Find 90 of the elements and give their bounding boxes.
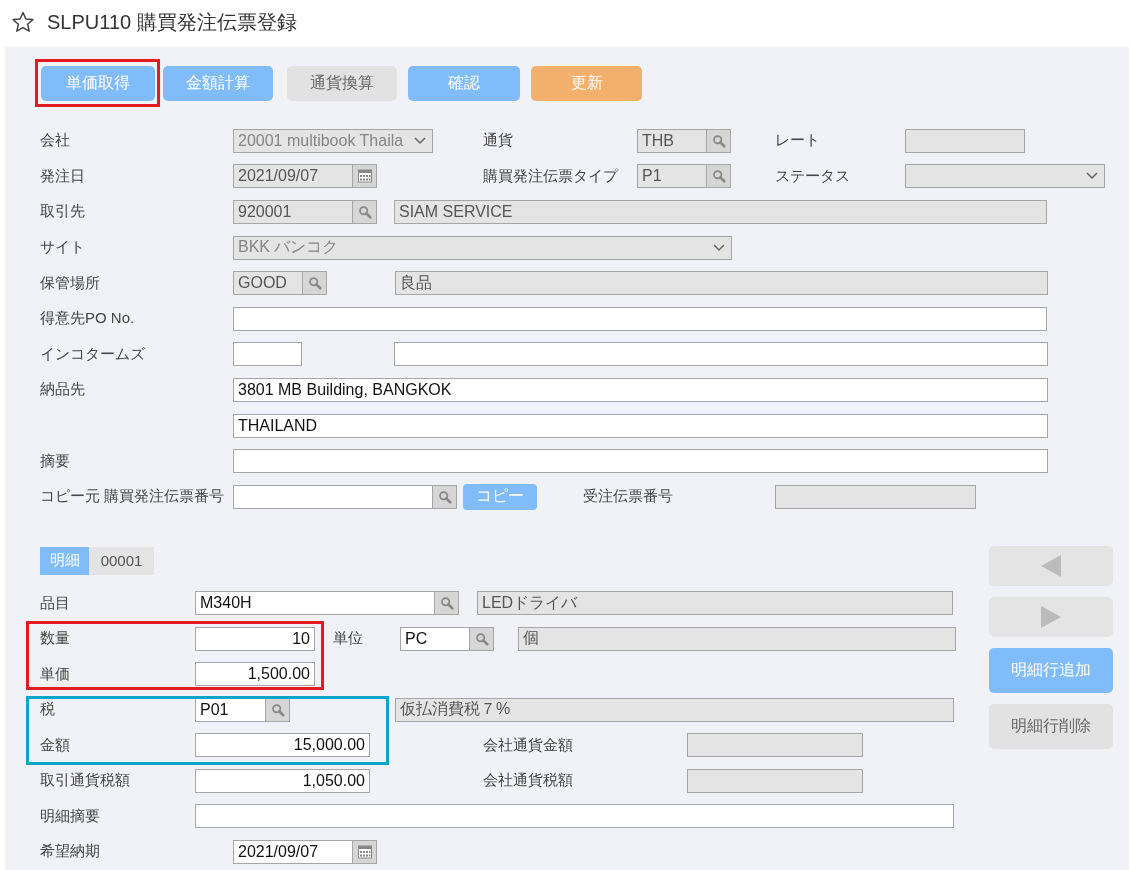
po-type-field[interactable]: P1 bbox=[637, 164, 707, 189]
calendar-icon bbox=[356, 168, 373, 185]
field-label: ステータス bbox=[775, 166, 851, 186]
incoterms-code-field[interactable] bbox=[233, 342, 302, 367]
sales-order-field[interactable] bbox=[775, 484, 976, 509]
unit-code-field[interactable]: PC bbox=[400, 626, 470, 651]
address-field[interactable]: THAILAND bbox=[233, 413, 1048, 438]
search-icon bbox=[270, 702, 285, 717]
tax-amount-field[interactable]: 1,050.00 bbox=[195, 768, 370, 793]
search-icon bbox=[474, 631, 489, 646]
chevron-icon bbox=[1086, 172, 1098, 181]
field-label: 金額 bbox=[40, 735, 71, 755]
status-select[interactable] bbox=[905, 164, 1105, 189]
field-label: 希望納期 bbox=[40, 842, 101, 862]
search-icon bbox=[357, 205, 372, 219]
search-icon bbox=[711, 169, 726, 184]
calendar-button[interactable] bbox=[353, 164, 377, 189]
field-label: コピー元 購買発注伝票番号 bbox=[40, 487, 226, 507]
search-button[interactable] bbox=[433, 484, 457, 509]
chevron-icon bbox=[414, 136, 426, 145]
site-select[interactable]: BKK バンコク bbox=[233, 235, 732, 260]
field-label: 保管場所 bbox=[40, 273, 101, 293]
search-icon bbox=[439, 596, 454, 611]
storage-name-field: 良品 bbox=[395, 271, 1048, 296]
field-label: 得意先PO No. bbox=[40, 309, 136, 329]
tax-name-field: 仮払消費税７% bbox=[395, 697, 954, 722]
left-triangle-icon bbox=[1040, 553, 1062, 578]
quantity-field[interactable]: 10 bbox=[195, 626, 315, 651]
page-title: SLPU110 購買発注伝票登録 bbox=[47, 9, 297, 35]
memo-field[interactable] bbox=[233, 449, 1048, 474]
company-amount-field[interactable] bbox=[687, 733, 863, 758]
search-icon bbox=[437, 489, 452, 504]
delete-line-button[interactable]: 明細行削除 bbox=[989, 703, 1113, 749]
field-label: 受注伝票番号 bbox=[583, 487, 674, 507]
search-button[interactable] bbox=[266, 697, 290, 722]
next-button[interactable] bbox=[989, 596, 1113, 637]
line-number: 00001 bbox=[89, 546, 154, 575]
storage-code-field[interactable]: GOOD bbox=[233, 271, 303, 296]
field-label: 会社通貨税額 bbox=[483, 771, 574, 791]
search-button[interactable] bbox=[707, 128, 731, 153]
right-triangle-icon bbox=[1040, 604, 1062, 629]
field-label: インコタームズ bbox=[40, 344, 146, 364]
field-label: レート bbox=[775, 131, 821, 151]
customer-po-field[interactable] bbox=[233, 306, 1047, 331]
item-name-field: LEDドライバ bbox=[477, 591, 953, 616]
chevron-icon bbox=[713, 243, 725, 252]
field-label: 単価 bbox=[40, 664, 71, 684]
field-label: 発注日 bbox=[40, 166, 86, 186]
currency-field[interactable]: THB bbox=[637, 128, 707, 153]
company-tax-field[interactable] bbox=[687, 768, 863, 793]
toolbar-button[interactable]: 通貨換算 bbox=[287, 66, 397, 101]
field-label: 会社通貨金額 bbox=[483, 735, 574, 755]
search-button[interactable] bbox=[353, 200, 377, 224]
field-label: 取引通貨税額 bbox=[40, 771, 131, 791]
calendar-icon bbox=[356, 843, 373, 860]
star-icon[interactable] bbox=[11, 10, 35, 34]
incoterms-name-field[interactable] bbox=[394, 342, 1048, 367]
field-label: 通貨 bbox=[483, 131, 514, 151]
date-field[interactable]: 2021/09/07 bbox=[233, 164, 353, 189]
line-memo-field[interactable] bbox=[195, 804, 954, 829]
tax-code-field[interactable]: P01 bbox=[195, 697, 266, 722]
field-label: 税 bbox=[40, 700, 56, 720]
search-icon bbox=[711, 133, 726, 148]
supplier-code-field[interactable]: 920001 bbox=[233, 200, 353, 224]
previous-button[interactable] bbox=[989, 545, 1113, 586]
search-button[interactable] bbox=[707, 164, 731, 189]
address-field[interactable]: 3801 MB Building, BANGKOK bbox=[233, 377, 1048, 402]
calendar-button[interactable] bbox=[353, 839, 377, 864]
field-label: 会社 bbox=[40, 131, 71, 151]
search-button[interactable] bbox=[435, 591, 459, 616]
rate-field[interactable] bbox=[905, 128, 1025, 153]
field-label: 納品先 bbox=[40, 380, 86, 400]
field-label: 品目 bbox=[40, 593, 71, 613]
unit-name-field: 個 bbox=[518, 626, 956, 651]
field-label: 明細摘要 bbox=[40, 806, 101, 826]
search-icon bbox=[307, 276, 322, 291]
amount-field[interactable]: 15,000.00 bbox=[195, 733, 370, 758]
field-label: 購買発注伝票タイプ bbox=[483, 166, 620, 186]
supplier-name-field: SIAM SERVICE bbox=[394, 200, 1047, 224]
field-label: 数量 bbox=[40, 629, 71, 649]
field-label: 摘要 bbox=[40, 451, 71, 471]
field-label: 単位 bbox=[333, 629, 364, 649]
date-field[interactable]: 2021/09/07 bbox=[233, 839, 353, 864]
item-code-field[interactable]: M340H bbox=[195, 591, 435, 616]
field-label: サイト bbox=[40, 238, 86, 258]
field-label: 取引先 bbox=[40, 202, 86, 222]
search-button[interactable] bbox=[470, 626, 494, 651]
search-button[interactable] bbox=[303, 271, 327, 296]
copy-source-field[interactable] bbox=[233, 484, 433, 509]
unit-price-field[interactable]: 1,500.00 bbox=[195, 662, 315, 687]
